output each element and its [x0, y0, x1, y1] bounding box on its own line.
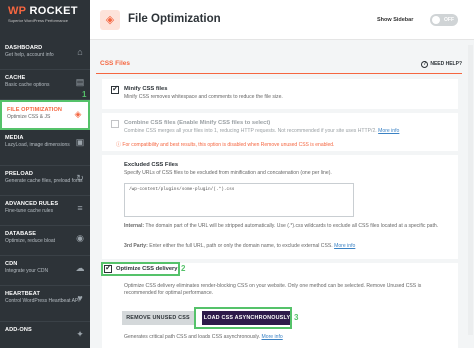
sidebar-item-subtitle: Basic cache options — [5, 82, 50, 88]
sidebar-item-dashboard[interactable]: DASHBOARD Get help, account info ⌂ — [0, 40, 90, 70]
sidebar-item-title: HEARTBEAT — [5, 291, 40, 297]
show-sidebar-label: Show Sidebar — [377, 17, 414, 23]
sidebar-item-title: ADD-ONS — [5, 327, 32, 333]
toggle-state-label: OFF — [444, 17, 454, 23]
annotation-number-3: 3 — [294, 313, 299, 322]
third-party-label: 3rd Party: — [124, 243, 148, 249]
minify-css-title: Minify CSS files — [124, 86, 168, 92]
sidebar-item-subtitle: Fine-tune cache rules — [5, 208, 54, 214]
optimize-css-delivery-checkbox[interactable] — [104, 263, 112, 273]
minify-css-option: Minify CSS files Minify CSS removes whit… — [100, 79, 458, 109]
combine-css-desc-text: Combine CSS merges all your files into 1… — [124, 128, 377, 134]
minify-css-description: Minify CSS removes whitespace and commen… — [124, 94, 283, 100]
excluded-css-internal-note: Internal: The domain part of the URL wil… — [124, 223, 454, 230]
logo-rocket: ROCKET — [26, 5, 78, 17]
sidebar-item-subtitle: LazyLoad, image dimensions — [5, 142, 70, 148]
sidebar-item-title: PRELOAD — [5, 171, 34, 177]
need-help-link[interactable]: ? NEED HELP? — [421, 61, 462, 68]
load-css-async-description: Generates critical path CSS and loads CS… — [124, 334, 454, 341]
wp-rocket-logo[interactable]: WP ROCKET Superior WordPress Performance — [0, 0, 90, 38]
sidebar-item-file-optimization[interactable]: FILE OPTIMIZATION Optimize CSS & JS ◈ — [0, 100, 90, 130]
app-root: WP ROCKET Superior WordPress Performance… — [0, 0, 474, 348]
annotation-number-2: 2 — [181, 264, 186, 273]
vertical-scrollbar[interactable] — [468, 45, 473, 335]
sidebar-item-database[interactable]: DATABASE Optimize, reduce bloat ◉ — [0, 226, 90, 256]
sidebar-item-title: MEDIA — [5, 135, 24, 141]
sidebar-item-add-ons[interactable]: ADD-ONS ✦ — [0, 322, 90, 348]
optimize-css-delivery-description: Optimize CSS delivery eliminates render-… — [124, 283, 422, 296]
combine-css-checkbox[interactable] — [111, 120, 119, 128]
highlight-box-load-async — [194, 307, 292, 329]
footer-note-text: Generates critical path CSS and loads CS… — [124, 334, 261, 340]
sidebar-item-cdn[interactable]: CDN Integrate your CDN ☁ — [0, 256, 90, 286]
logo-subtitle: Superior WordPress Performance — [8, 18, 68, 23]
show-sidebar-toggle[interactable]: OFF — [430, 14, 458, 26]
internal-label: Internal: — [124, 223, 145, 229]
sidebar-item-media[interactable]: MEDIA LazyLoad, image dimensions ▣ — [0, 130, 90, 166]
sidebar-item-cache[interactable]: CACHE Basic cache options ▤ — [0, 70, 90, 100]
logo-title: WP ROCKET — [8, 5, 84, 17]
database-icon: ◉ — [76, 233, 84, 243]
section-divider — [96, 73, 462, 74]
sidebar-item-title: DASHBOARD — [5, 45, 43, 51]
combine-more-info-link[interactable]: More info — [378, 128, 399, 134]
refresh-icon: ↻ — [76, 173, 84, 183]
file-optimization-icon: ◈ — [100, 10, 120, 30]
sidebar-item-title: CDN — [5, 261, 18, 267]
excluded-css-option: Excluded CSS Files Specify URLs of CSS f… — [100, 155, 458, 259]
addons-icon: ✦ — [76, 329, 84, 339]
home-icon: ⌂ — [77, 47, 83, 57]
sidebar-item-title: DATABASE — [5, 231, 37, 237]
remove-unused-css-button[interactable]: REMOVE UNUSED CSS — [122, 311, 194, 325]
sidebar-item-subtitle: Generate cache files, preload fonts — [5, 178, 83, 184]
internal-text: The domain part of the URL will be strip… — [144, 223, 439, 229]
combine-css-title: Combine CSS files (Enable Minify CSS fil… — [124, 120, 271, 126]
sidebar-nav: DASHBOARD Get help, account info ⌂ CACHE… — [0, 40, 90, 348]
section-title: CSS Files — [100, 60, 130, 67]
logo-wp: WP — [8, 5, 27, 17]
sidebar-item-subtitle: Control WordPress Heartbeat API — [5, 298, 80, 304]
need-help-label: NEED HELP? — [430, 61, 462, 67]
sidebar: WP ROCKET Superior WordPress Performance… — [0, 0, 90, 348]
cloud-icon: ☁ — [75, 263, 85, 273]
sidebar-item-advanced-rules[interactable]: ADVANCED RULES Fine-tune cache rules ≡ — [0, 196, 90, 226]
page-header: ◈ File Optimization Show Sidebar OFF — [90, 0, 474, 40]
sidebar-item-subtitle: Integrate your CDN — [5, 268, 49, 274]
optimize-css-delivery-title: Optimize CSS delivery — [116, 266, 178, 272]
cache-icon: ▤ — [75, 77, 85, 87]
excluded-css-title: Excluded CSS Files — [124, 162, 179, 168]
help-icon: ? — [421, 61, 429, 68]
layers-icon: ◈ — [74, 109, 82, 119]
excluded-css-description: Specify URLs of CSS files to be excluded… — [124, 170, 332, 176]
combine-css-warning: ⓘ For compatibility and best results, th… — [116, 141, 456, 148]
combine-warning-text: For compatibility and best results, this… — [122, 142, 335, 148]
sidebar-item-title: ADVANCED RULES — [5, 201, 59, 207]
minify-css-checkbox[interactable] — [111, 84, 119, 94]
excluded-more-info-link[interactable]: More info — [334, 243, 355, 249]
main-content: ◈ File Optimization Show Sidebar OFF CSS… — [90, 0, 474, 348]
sidebar-item-heartbeat[interactable]: HEARTBEAT Control WordPress Heartbeat AP… — [0, 286, 90, 322]
toggle-knob — [432, 16, 440, 24]
combine-css-description: Combine CSS merges all your files into 1… — [124, 128, 454, 135]
async-more-info-link[interactable]: More info — [262, 334, 283, 340]
combine-css-option: Combine CSS files (Enable Minify CSS fil… — [100, 113, 458, 151]
list-icon: ≡ — [77, 203, 83, 213]
sidebar-item-title: CACHE — [5, 75, 26, 81]
heart-icon: ♥ — [77, 293, 83, 303]
sidebar-item-subtitle: Optimize, reduce bloat — [5, 238, 56, 244]
sidebar-item-preload[interactable]: PRELOAD Generate cache files, preload fo… — [0, 166, 90, 196]
image-icon: ▣ — [75, 137, 85, 147]
page-title: File Optimization — [128, 13, 221, 25]
excluded-css-textarea[interactable]: /wp-content/plugins/some-plugin/(.*).css — [124, 183, 354, 217]
third-party-text: Enter either the full URL, path or only … — [147, 243, 333, 249]
annotation-number-1: 1 — [82, 90, 87, 99]
excluded-css-third-party-note: 3rd Party: Enter either the full URL, pa… — [124, 243, 454, 250]
sidebar-item-subtitle: Get help, account info — [5, 52, 54, 58]
